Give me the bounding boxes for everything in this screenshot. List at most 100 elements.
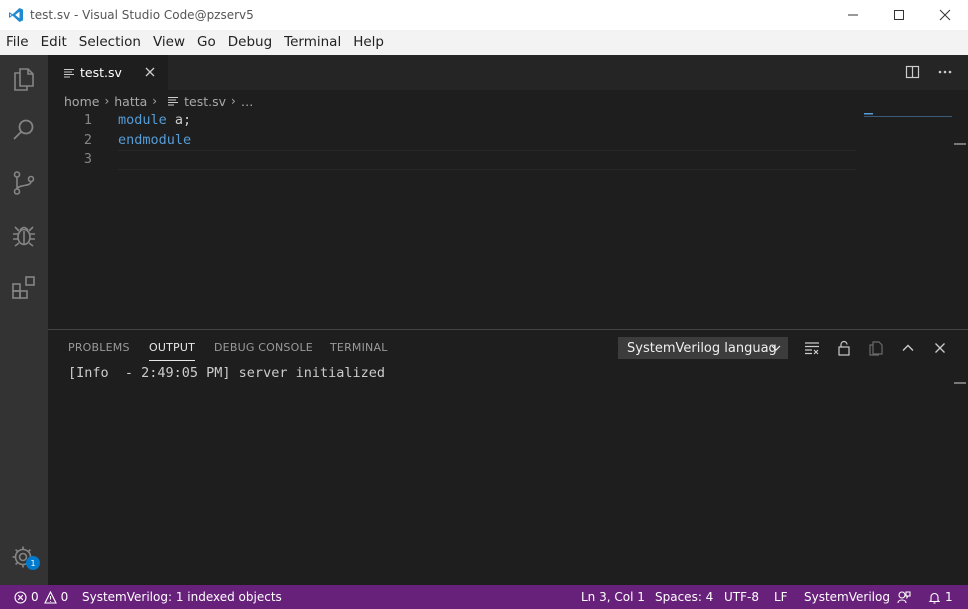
menu-go[interactable]: Go: [191, 30, 222, 55]
problems-status[interactable]: 0 0: [14, 585, 68, 609]
panel-scroll-thumb[interactable]: [954, 382, 966, 384]
menu-selection[interactable]: Selection: [73, 30, 147, 55]
keyword: module: [118, 112, 167, 128]
breadcrumb-file[interactable]: test.sv: [184, 94, 226, 109]
indentation-status[interactable]: Spaces: 4: [655, 585, 713, 609]
close-panel-button[interactable]: [924, 339, 956, 357]
feedback-button[interactable]: [897, 585, 911, 609]
error-icon: [14, 590, 27, 604]
chevron-right-icon: ›: [231, 94, 236, 108]
editor-tabs: test.sv: [48, 55, 968, 90]
minimize-icon: [848, 14, 858, 16]
status-bar: 0 0 SystemVerilog: 1 indexed objects Ln …: [0, 585, 968, 609]
maximize-icon: [894, 10, 904, 20]
tab-output[interactable]: OUTPUT: [149, 341, 196, 361]
bug-icon: [13, 226, 35, 247]
minimap[interactable]: [864, 111, 952, 118]
code-text: a;: [166, 112, 192, 128]
close-window-button[interactable]: [922, 0, 968, 30]
indexed-objects-status[interactable]: SystemVerilog: 1 indexed objects: [82, 585, 282, 609]
lock-scroll-button[interactable]: [828, 339, 860, 357]
clear-output-button[interactable]: [796, 339, 828, 357]
search-button[interactable]: [0, 106, 48, 154]
code-line: 2 endmodule: [48, 131, 856, 151]
close-icon: [935, 343, 945, 353]
line-number: 2: [83, 131, 92, 148]
clear-output-icon: [805, 342, 819, 355]
output-text: [Info - 2:49:05 PM] server initialized: [68, 365, 385, 381]
chevron-right-icon: ›: [152, 94, 158, 108]
breadcrumb-more[interactable]: …: [241, 94, 254, 109]
more-actions-icon[interactable]: [936, 64, 954, 80]
code-line: 3: [48, 150, 856, 170]
source-control-button[interactable]: [0, 159, 48, 207]
extensions-icon: [12, 276, 35, 299]
file-lines-icon: [64, 68, 74, 77]
maximize-panel-button[interactable]: [892, 339, 924, 357]
explorer-button[interactable]: [0, 55, 48, 103]
notifications-button[interactable]: 1: [928, 585, 953, 609]
warning-icon: [43, 590, 57, 604]
search-icon: [13, 119, 34, 140]
window-title: test.sv - Visual Studio Code@pzserv5: [30, 8, 254, 22]
feedback-icon: [897, 591, 911, 604]
code-line: 1 module a;: [48, 111, 856, 131]
menu-edit[interactable]: Edit: [35, 30, 73, 55]
tab-test-sv[interactable]: test.sv: [48, 55, 168, 90]
menu-file[interactable]: File: [0, 30, 35, 55]
menu-terminal[interactable]: Terminal: [278, 30, 347, 55]
tab-terminal[interactable]: TERMINAL: [330, 341, 388, 354]
extensions-button[interactable]: [0, 264, 48, 312]
file-lines-icon: [168, 97, 179, 106]
panel-actions: [796, 339, 956, 357]
warning-count: 0: [60, 590, 69, 604]
line-text: module a;: [118, 111, 191, 131]
tab-close-icon[interactable]: [144, 66, 156, 78]
files-icon: [14, 68, 34, 91]
breadcrumb-home[interactable]: home: [64, 94, 99, 109]
chevron-down-icon: [771, 345, 781, 351]
split-editor-icon[interactable]: [904, 64, 922, 80]
menu-view[interactable]: View: [147, 30, 191, 55]
settings-badge: 1: [26, 556, 40, 570]
line-number: 3: [83, 151, 92, 167]
keyword: endmodule: [118, 131, 192, 148]
bottom-panel: PROBLEMS OUTPUT DEBUG CONSOLE TERMINAL S…: [48, 329, 968, 586]
debug-button[interactable]: [0, 211, 48, 259]
output-channel-select[interactable]: SystemVerilog languag: [618, 337, 788, 359]
lock-open-icon: [838, 340, 850, 356]
menu-debug[interactable]: Debug: [222, 30, 278, 55]
language-mode-status[interactable]: SystemVerilog: [804, 585, 890, 609]
error-count: 0: [31, 590, 39, 604]
editor-actions: [904, 64, 954, 80]
tab-debug-console[interactable]: DEBUG CONSOLE: [214, 341, 313, 354]
chevron-up-icon: [902, 344, 914, 351]
eol-status[interactable]: LF: [774, 585, 788, 609]
encoding-status[interactable]: UTF-8: [724, 585, 759, 609]
source-control-icon: [13, 171, 35, 195]
tab-label: test.sv: [80, 65, 122, 80]
code-editor[interactable]: 1 module a; 2 endmodule 3: [48, 111, 856, 170]
bell-icon: [928, 592, 941, 604]
maximize-button[interactable]: [876, 0, 922, 30]
breadcrumb-hatta[interactable]: hatta: [114, 94, 147, 109]
chevron-right-icon: ›: [104, 94, 110, 108]
menu-help[interactable]: Help: [347, 30, 390, 55]
line-number: 1: [83, 112, 92, 128]
notification-count: 1: [945, 590, 953, 604]
breadcrumb: home › hatta › test.sv › …: [64, 91, 253, 111]
activity-bar: 1: [0, 55, 48, 585]
copy-file-icon: [869, 341, 883, 356]
tab-problems[interactable]: PROBLEMS: [68, 341, 130, 354]
cursor-position-status[interactable]: Ln 3, Col 1: [581, 585, 645, 609]
menu-bar: File Edit Selection View Go Debug Termin…: [0, 30, 968, 55]
editor-scroll-thumb[interactable]: [954, 143, 966, 145]
line-text: endmodule: [118, 131, 191, 151]
manage-button[interactable]: 1: [0, 533, 48, 581]
open-log-button[interactable]: [860, 339, 892, 357]
current-line-highlight: [118, 150, 856, 170]
vscode-logo-icon: [9, 8, 23, 22]
title-bar: test.sv - Visual Studio Code@pzserv5: [0, 0, 968, 30]
minimize-button[interactable]: [830, 0, 876, 30]
output-channel-value: SystemVerilog languag: [627, 340, 777, 356]
